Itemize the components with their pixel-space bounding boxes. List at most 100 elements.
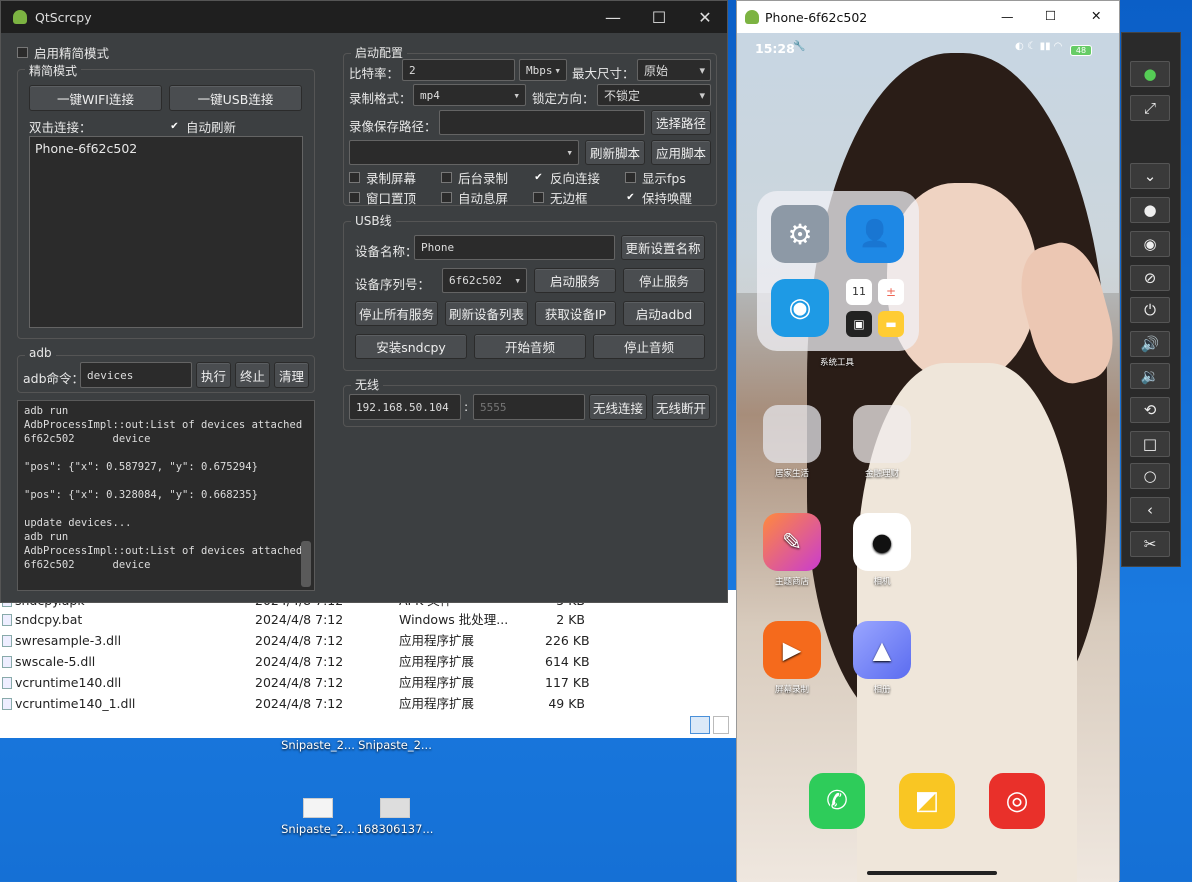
system-tools-folder[interactable]: ⚙ 👤 ◉ 11 ± ▣ ▬ (757, 191, 919, 351)
contacts-icon[interactable]: 👤 (846, 205, 904, 263)
device-list-item[interactable]: Phone-6f62c502 (30, 137, 302, 160)
ip-input[interactable]: 192.168.50.104 (349, 394, 461, 420)
desktop-icon-label: Snipaste_2... (358, 738, 432, 752)
home-icon[interactable]: ○ (1130, 463, 1170, 489)
app-screen-record[interactable]: ▶ 屏幕录制 (762, 621, 822, 695)
minimize-icon[interactable]: — (590, 1, 636, 33)
desktop-icon[interactable]: Snipaste_2... (355, 738, 435, 752)
max-size-select[interactable]: 原始 (637, 59, 711, 81)
minimize-icon[interactable]: — (1001, 9, 1014, 24)
large-icons-view-icon[interactable] (713, 716, 729, 734)
start-service-button[interactable]: 启动服务 (534, 268, 616, 293)
refresh-script-button[interactable]: 刷新脚本 (585, 140, 645, 165)
wireless-disconnect-button[interactable]: 无线断开 (652, 394, 710, 420)
start-audio-button[interactable]: 开始音频 (474, 334, 586, 359)
bitrate-unit-select[interactable]: Mbps (519, 59, 567, 81)
file-row[interactable]: swscale-5.dll 2024/4/8 7:12 应用程序扩展 614 KB (0, 651, 730, 672)
volume-up-icon[interactable]: 🔊 (1130, 331, 1170, 357)
power-icon[interactable]: ⏻ (1130, 297, 1170, 323)
phone-screen[interactable]: 15:28 🔧 ◐ ☾ ▮▮ ◠ 48 ⚙ 👤 ◉ 11 ± ▣ ▬ 系统工具 … (737, 33, 1119, 882)
frameless-checkbox[interactable]: 无边框 (533, 188, 588, 207)
home-indicator[interactable] (867, 871, 997, 875)
file-row[interactable]: vcruntime140.dll 2024/4/8 7:12 应用程序扩展 117 K… (0, 672, 730, 693)
log-scrollbar[interactable] (301, 541, 311, 587)
close-icon[interactable]: ✕ (1091, 8, 1101, 23)
volume-down-icon[interactable]: 🔉 (1130, 363, 1170, 389)
lock-direction-select[interactable]: 不锁定 (597, 84, 711, 106)
screenshot-icon[interactable]: ✂ (1130, 531, 1170, 557)
phone-icon[interactable]: ✆ (809, 773, 865, 829)
select-path-button[interactable]: 选择路径 (651, 110, 711, 135)
get-device-ip-button[interactable]: 获取设备IP (535, 301, 616, 326)
keep-awake-checkbox[interactable]: ✔ 保持唤醒 (625, 188, 692, 207)
stop-service-button[interactable]: 停止服务 (623, 268, 705, 293)
install-sndcpy-button[interactable]: 安装sndcpy (355, 334, 467, 359)
log-output[interactable]: adb run AdbProcessImpl::out:List of devi… (17, 400, 315, 591)
music-icon[interactable]: ◎ (989, 773, 1045, 829)
android-icon[interactable]: ● (1130, 61, 1170, 87)
desktop-icon[interactable]: Snipaste_2... (278, 738, 358, 752)
refresh-devices-button[interactable]: 刷新设备列表 (445, 301, 528, 326)
update-name-button[interactable]: 更新设置名称 (621, 235, 705, 260)
file-row[interactable]: vcruntime140_1.dll 2024/4/8 7:12 应用程序扩展 49 … (0, 693, 730, 714)
device-list[interactable]: Phone-6f62c502 (29, 136, 303, 328)
record-path-input[interactable] (439, 110, 645, 135)
maximize-icon[interactable]: ☐ (636, 1, 682, 33)
record-format-select[interactable]: mp4 (413, 84, 526, 106)
rotate-icon[interactable]: ⟲ (1130, 397, 1170, 423)
app-home-life[interactable]: 居家生活 (762, 405, 822, 479)
details-view-icon[interactable] (690, 716, 710, 734)
clear-button[interactable]: 清理 (274, 362, 309, 388)
scanner-icon[interactable]: ▣ (846, 311, 872, 337)
notes-icon[interactable]: ◩ (899, 773, 955, 829)
apply-script-button[interactable]: 应用脚本 (651, 140, 711, 165)
files-icon[interactable]: ▬ (878, 311, 904, 337)
close-icon[interactable]: ✕ (682, 1, 728, 33)
background-record-checkbox[interactable]: 后台录制 (441, 168, 508, 187)
adb-command-input[interactable]: devices (80, 362, 192, 388)
execute-button[interactable]: 执行 (196, 362, 231, 388)
browser-icon[interactable]: ◉ (771, 279, 829, 337)
record-icon[interactable]: ● (1130, 197, 1170, 223)
chevron-down-icon[interactable]: ⌄ (1130, 163, 1170, 189)
window-on-top-checkbox[interactable]: 窗口置顶 (349, 188, 416, 207)
file-name: swscale-5.dll (15, 654, 96, 669)
calendar-icon[interactable]: 11 (846, 279, 872, 305)
app-camera[interactable]: ● 相机 (852, 513, 912, 587)
wifi-connect-button[interactable]: 一键WIFI连接 (29, 85, 162, 111)
stop-audio-button[interactable]: 停止音频 (593, 334, 705, 359)
reverse-connect-checkbox[interactable]: ✔ 反向连接 (533, 168, 600, 187)
settings-icon[interactable]: ⚙ (771, 205, 829, 263)
auto-refresh-checkbox[interactable]: ✔ 自动刷新 (169, 117, 236, 136)
app-theme-store[interactable]: ✎ 主题商店 (762, 513, 822, 587)
back-icon[interactable]: ‹ (1130, 497, 1170, 523)
eye-icon[interactable]: ◉ (1130, 231, 1170, 257)
desktop-icon[interactable]: 168306137... (355, 798, 435, 836)
port-input[interactable] (473, 394, 585, 420)
record-screen-checkbox[interactable]: 录制屏幕 (349, 168, 416, 187)
record-path-label: 录像保存路径： (349, 119, 437, 134)
bitrate-input[interactable]: 2 (402, 59, 515, 81)
maximize-icon[interactable]: ☐ (1045, 8, 1056, 23)
fullscreen-icon[interactable]: ⤢ (1130, 95, 1170, 121)
serial-select[interactable]: 6f62c502 (442, 268, 527, 293)
terminate-button[interactable]: 终止 (235, 362, 270, 388)
usb-connect-button[interactable]: 一键USB连接 (169, 85, 302, 111)
start-adbd-button[interactable]: 启动adbd (623, 301, 705, 326)
eye-off-icon[interactable]: ⊘ (1130, 265, 1170, 291)
app-finance[interactable]: 金融理财 (852, 405, 912, 479)
script-select[interactable] (349, 140, 579, 165)
device-name-input[interactable]: Phone (414, 235, 615, 260)
file-row[interactable]: swresample-3.dll 2024/4/8 7:12 应用程序扩展 226 K… (0, 630, 730, 651)
lock-direction-label: 锁定方向： (532, 91, 595, 106)
auto-screen-off-checkbox[interactable]: 自动息屏 (441, 188, 508, 207)
calculator-icon[interactable]: ± (878, 279, 904, 305)
stop-all-services-button[interactable]: 停止所有服务 (355, 301, 438, 326)
file-row[interactable]: sndcpy.bat 2024/4/8 7:12 Windows 批处理... 2 K… (0, 609, 730, 630)
app-gallery[interactable]: ▲ 相册 (852, 621, 912, 695)
show-fps-checkbox[interactable]: 显示fps (625, 168, 686, 187)
desktop-icon[interactable]: Snipaste_2... (278, 798, 358, 836)
simple-mode-checkbox[interactable]: 启用精简模式 (17, 43, 109, 62)
wireless-connect-button[interactable]: 无线连接 (589, 394, 647, 420)
app-switch-icon[interactable]: □ (1130, 431, 1170, 457)
